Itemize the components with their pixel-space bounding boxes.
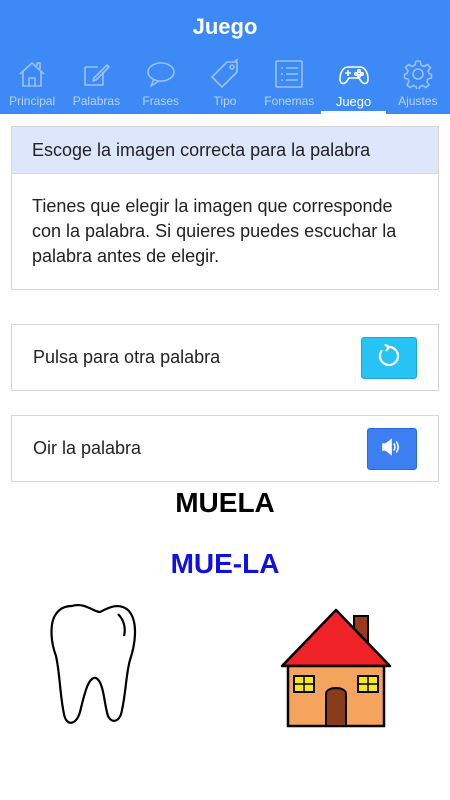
tab-frases[interactable]: Frases <box>129 56 193 114</box>
tab-principal[interactable]: Principal <box>0 56 64 114</box>
new-word-button[interactable] <box>361 336 417 379</box>
house-image-option[interactable] <box>278 606 394 728</box>
tab-label: Principal <box>9 94 56 108</box>
tab-bar: Principal Palabras Frases Tipo Fonemas J… <box>0 56 450 114</box>
new-word-card: Pulsa para otra palabra <box>11 324 439 391</box>
tooth-image-option[interactable] <box>42 600 142 728</box>
app-title: Juego <box>192 14 258 39</box>
tooth-image <box>50 604 137 724</box>
app-bar: Juego Principal Palabras Frases Tipo Fon… <box>0 0 450 114</box>
target-word: MUELA <box>175 487 275 518</box>
home-icon <box>17 59 47 89</box>
house-image <box>280 608 392 728</box>
instructions-card: Escoge la imagen correcta para la palabr… <box>11 126 439 290</box>
tab-label: Juego <box>335 94 372 109</box>
gamepad-icon <box>338 59 369 89</box>
tab-ajustes[interactable]: Ajustes <box>386 56 450 114</box>
listen-card: Oir la palabra <box>11 415 439 482</box>
edit-icon <box>81 59 111 89</box>
list-icon <box>274 59 304 89</box>
instructions-title: Escoge la imagen correcta para la palabr… <box>12 127 438 174</box>
tab-label: Palabras <box>72 94 121 108</box>
speaker-icon <box>381 438 403 459</box>
tab-tipo[interactable]: Tipo <box>193 56 257 114</box>
tab-palabras[interactable]: Palabras <box>64 56 128 114</box>
tag-icon <box>210 59 240 89</box>
new-word-label: Pulsa para otra palabra <box>33 347 221 367</box>
tab-label: Frases <box>142 94 180 108</box>
refresh-icon <box>377 343 401 371</box>
tab-label: Fonemas <box>264 94 315 108</box>
target-syllables: MUE-LA <box>170 548 280 579</box>
tab-juego[interactable]: Juego <box>321 56 386 114</box>
tab-label: Ajustes <box>398 94 438 108</box>
gear-icon <box>403 59 433 89</box>
tab-fonemas[interactable]: Fonemas <box>257 56 321 114</box>
listen-button[interactable] <box>367 427 417 470</box>
chat-icon <box>146 59 176 89</box>
listen-label: Oir la palabra <box>33 438 142 458</box>
instructions-body: Tienes que elegir la imagen que correspo… <box>32 196 397 266</box>
tab-label: Tipo <box>213 94 237 108</box>
